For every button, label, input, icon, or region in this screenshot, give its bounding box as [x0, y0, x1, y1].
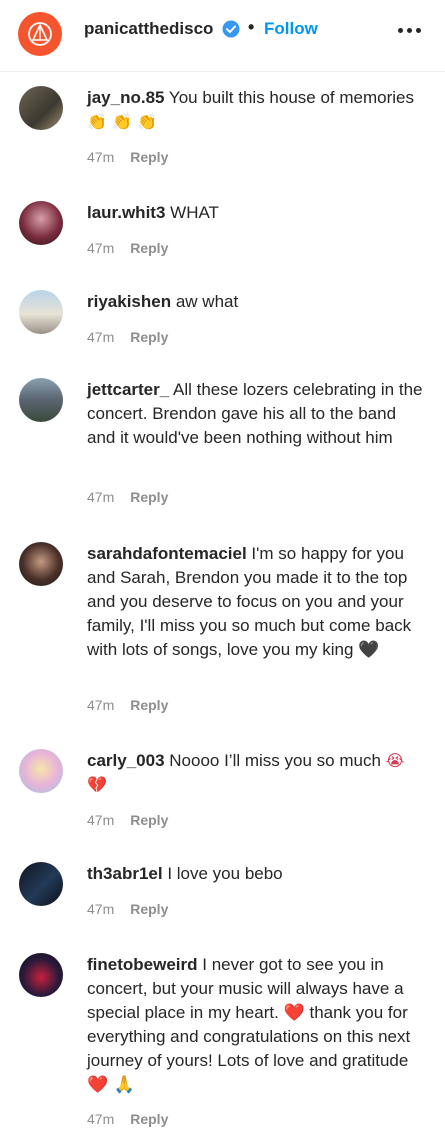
comment-text: finetobeweird I never got to see you in … [87, 953, 427, 1097]
commenter-avatar[interactable] [19, 290, 63, 334]
comment-body: Noooo I’ll miss you so much [169, 751, 381, 770]
reply-button[interactable]: Reply [130, 240, 168, 256]
reply-button[interactable]: Reply [130, 812, 168, 828]
reply-button[interactable]: Reply [130, 489, 168, 505]
commenter-avatar[interactable] [19, 378, 63, 422]
comment-username[interactable]: carly_003 [87, 751, 165, 770]
comment-body: I love you bebo [167, 864, 283, 883]
comment-time: 47m [87, 489, 115, 505]
comment-text: sarahdafontemaciel I'm so happy for you … [87, 542, 427, 662]
comment-text: jay_no.85 You built this house of memori… [87, 86, 427, 134]
comment-time: 47m [87, 697, 115, 713]
post-header: panicatthedisco • Follow [0, 0, 445, 72]
comment-time: 47m [87, 812, 115, 828]
comment-username[interactable]: sarahdafontemaciel [87, 544, 247, 563]
comment-meta: 47m Reply [87, 329, 168, 345]
clapping-hands-emoji: 👏 👏 👏 [87, 112, 157, 131]
comment-meta: 47m Reply [87, 812, 168, 828]
comment-meta: 47m Reply [87, 149, 168, 165]
comment-text: th3abr1el I love you bebo [87, 862, 427, 886]
comment-username[interactable]: riyakishen [87, 292, 171, 311]
comment-meta: 47m Reply [87, 901, 168, 917]
comment-time: 47m [87, 901, 115, 917]
more-options-icon[interactable] [398, 28, 421, 33]
reply-button[interactable]: Reply [130, 1111, 168, 1127]
comment-text: laur.whit3 WHAT [87, 201, 427, 225]
comment-text: carly_003 Noooo I’ll miss you so much 😭 … [87, 749, 427, 797]
red-heart-emoji: ❤️ [283, 1003, 305, 1023]
comment-username[interactable]: th3abr1el [87, 864, 163, 883]
comment-meta: 47m Reply [87, 1111, 168, 1127]
comment-username[interactable]: jettcarter_ [87, 380, 169, 399]
commenter-avatar[interactable] [19, 201, 63, 245]
reply-button[interactable]: Reply [130, 697, 168, 713]
comment-meta: 47m Reply [87, 240, 168, 256]
comment-meta: 47m Reply [87, 697, 168, 713]
comment-body: aw what [175, 292, 239, 311]
verified-badge-icon [222, 20, 240, 38]
separator-dot: • [248, 17, 255, 37]
comment-username[interactable]: laur.whit3 [87, 203, 165, 222]
commenter-avatar[interactable] [19, 862, 63, 906]
comment-time: 47m [87, 329, 115, 345]
reply-button[interactable]: Reply [130, 149, 168, 165]
comment-time: 47m [87, 1111, 115, 1127]
comment-body: You built this house of memories [168, 88, 414, 107]
reply-button[interactable]: Reply [130, 329, 168, 345]
commenter-avatar[interactable] [19, 749, 63, 793]
commenter-avatar[interactable] [19, 953, 63, 997]
comment-username[interactable]: finetobeweird [87, 955, 198, 974]
comment-meta: 47m Reply [87, 489, 168, 505]
heart-pray-emoji: ❤️ 🙏 [87, 1075, 135, 1095]
comment-username[interactable]: jay_no.85 [87, 88, 165, 107]
commenter-avatar[interactable] [19, 86, 63, 130]
comment-body: WHAT [170, 203, 219, 222]
account-avatar[interactable] [18, 12, 62, 56]
commenter-avatar[interactable] [19, 542, 63, 586]
follow-button[interactable]: Follow [264, 19, 318, 39]
reply-button[interactable]: Reply [130, 901, 168, 917]
comment-time: 47m [87, 240, 115, 256]
account-name[interactable]: panicatthedisco [84, 19, 213, 39]
comment-text: jettcarter_ All these lozers celebrating… [87, 378, 427, 450]
comment-time: 47m [87, 149, 115, 165]
disco-logo-icon [28, 22, 52, 46]
black-heart-emoji: 🖤 [358, 640, 380, 660]
comment-text: riyakishen aw what [87, 290, 427, 314]
